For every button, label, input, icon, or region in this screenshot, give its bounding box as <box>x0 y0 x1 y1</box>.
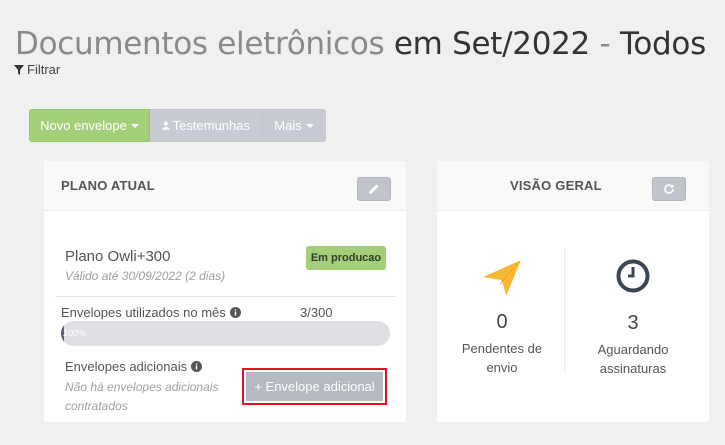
envelopes-progress-bar: 100% <box>61 321 390 346</box>
title-period: em Set/2022 <box>393 26 590 62</box>
paper-plane-icon <box>483 260 521 296</box>
witnesses-label: Testemunhas <box>172 118 250 133</box>
awaiting-label: Aguardando assinaturas <box>597 342 669 376</box>
plan-valid-until: Válido até 30/09/2022 (2 dias) <box>65 269 226 283</box>
overview-card-header: VISÃO GERAL <box>437 161 709 211</box>
divider <box>564 247 565 373</box>
filter-link[interactable]: Filtrar <box>14 62 60 77</box>
additional-envelopes-label: Envelopes adicionais <box>65 359 203 374</box>
witnesses-button[interactable]: Testemunhas <box>150 109 263 142</box>
title-scope: Todos <box>620 26 706 62</box>
envelopes-used-text: Envelopes utilizados no mês <box>61 305 226 320</box>
overview-card: VISÃO GERAL 0 Pendentes de envio 3 Aguar… <box>437 161 709 422</box>
refresh-button[interactable] <box>652 177 686 201</box>
envelopes-used-label: Envelopes utilizados no mês <box>61 305 241 320</box>
title-documents: Documentos eletrônicos <box>15 26 385 62</box>
pending-label: Pendentes de envio <box>461 341 543 375</box>
page-title: Documentos eletrônicos em Set/2022 - Tod… <box>15 26 706 62</box>
toolbar: Novo envelope Testemunhas Mais <box>29 109 326 142</box>
progress-label: 100% <box>63 328 87 338</box>
user-icon <box>162 121 170 130</box>
chevron-down-icon <box>130 123 139 128</box>
status-badge: Em producao <box>306 246 386 270</box>
title-separator: - <box>599 26 611 62</box>
add-envelope-label: + Envelope adicional <box>246 372 383 401</box>
plan-card-header: PLANO ATUAL <box>44 161 406 211</box>
overview-card-title: VISÃO GERAL <box>510 178 602 193</box>
more-label: Mais <box>274 118 302 133</box>
info-icon[interactable] <box>191 361 203 372</box>
new-envelope-button[interactable]: Novo envelope <box>29 109 150 142</box>
more-button[interactable]: Mais <box>263 109 326 142</box>
clock-icon <box>616 259 650 293</box>
info-icon[interactable] <box>229 307 241 318</box>
additional-envelopes-note: Não há envelopes adicionais contratados <box>65 380 219 413</box>
refresh-icon <box>664 184 674 194</box>
additional-envelopes-text: Envelopes adicionais <box>65 359 188 374</box>
new-envelope-label: Novo envelope <box>40 118 127 133</box>
add-envelope-button[interactable]: + Envelope adicional <box>242 368 387 405</box>
divider <box>55 296 396 297</box>
pending-count: 0 <box>496 311 508 333</box>
awaiting-signatures-stat[interactable]: 3 Aguardando assinaturas <box>583 259 683 378</box>
current-plan-card: PLANO ATUAL Plano Owli+300 Válido até 30… <box>44 161 406 422</box>
filter-label: Filtrar <box>27 62 61 77</box>
edit-plan-button[interactable] <box>357 177 391 201</box>
awaiting-count: 3 <box>627 312 639 334</box>
envelopes-used-count: 3/300 <box>300 305 333 320</box>
plan-card-title: PLANO ATUAL <box>61 178 155 193</box>
pencil-icon <box>369 184 379 194</box>
chevron-down-icon <box>305 123 314 128</box>
pending-send-stat[interactable]: 0 Pendentes de envio <box>452 257 552 377</box>
plan-name: Plano Owli+300 <box>65 248 171 265</box>
filter-icon <box>14 64 24 75</box>
